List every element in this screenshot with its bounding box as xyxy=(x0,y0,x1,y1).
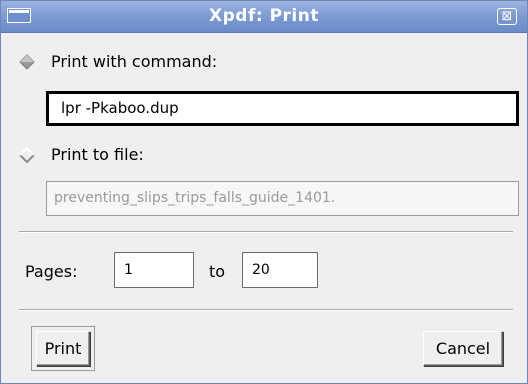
command-input[interactable]: lpr -Pkaboo.dup xyxy=(46,91,519,126)
print-dialog: Xpdf: Print ⊠ Print with command: lpr -P… xyxy=(0,0,528,384)
first-page-input[interactable]: 1 xyxy=(114,252,194,288)
window-title: Xpdf: Print xyxy=(209,6,319,26)
radio-unselected-icon[interactable] xyxy=(19,147,35,163)
separator xyxy=(19,231,513,233)
title-bar[interactable]: Xpdf: Print ⊠ xyxy=(1,1,527,33)
cancel-button[interactable]: Cancel xyxy=(423,331,503,366)
separator xyxy=(19,309,513,311)
print-button[interactable]: Print xyxy=(36,331,90,366)
to-label: to xyxy=(209,262,226,281)
pages-label: Pages: xyxy=(25,262,78,281)
print-with-command-label[interactable]: Print with command: xyxy=(51,52,217,72)
close-icon[interactable]: ⊠ xyxy=(497,8,517,25)
radio-selected-icon[interactable] xyxy=(19,54,35,70)
print-to-file-label[interactable]: Print to file: xyxy=(51,145,144,165)
file-path-input[interactable]: preventing_slips_trips_falls_guide_1401. xyxy=(46,181,519,216)
last-page-input[interactable]: 20 xyxy=(242,252,318,288)
